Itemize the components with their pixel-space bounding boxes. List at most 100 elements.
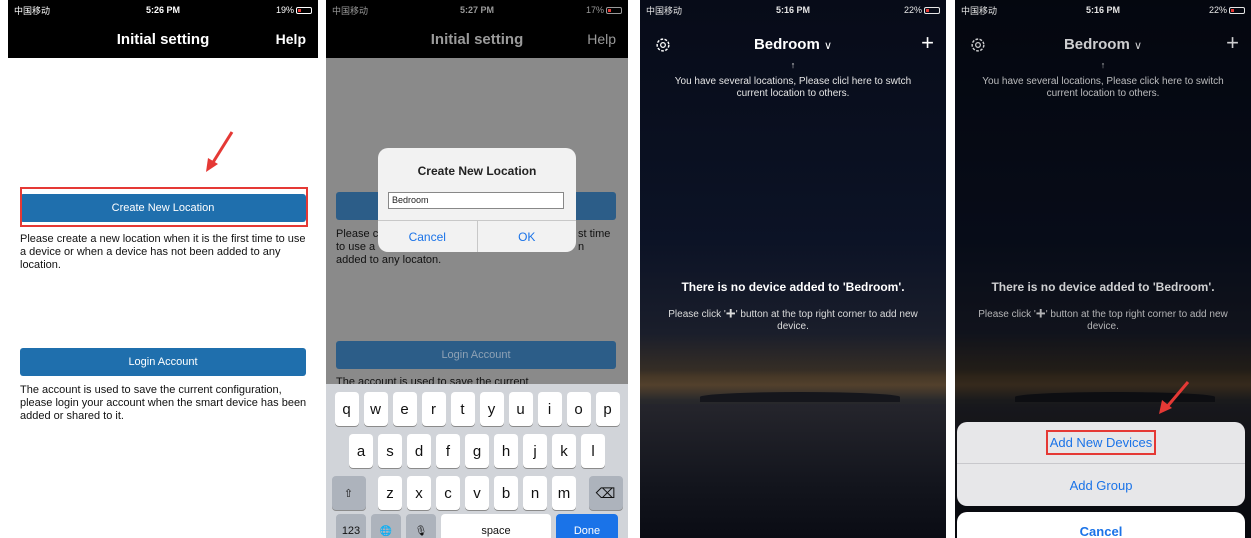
help-button[interactable]: Help bbox=[276, 31, 306, 47]
key-z[interactable]: z bbox=[378, 476, 402, 510]
battery-percent: 17% bbox=[586, 5, 605, 15]
chevron-down-icon: ∨ bbox=[1133, 40, 1143, 52]
globe-icon[interactable]: 🌐 bbox=[371, 514, 401, 538]
key-a[interactable]: a bbox=[349, 434, 373, 468]
key-x[interactable]: x bbox=[407, 476, 431, 510]
page-title: Initial setting bbox=[430, 30, 524, 48]
create-location-description-partial: st time n bbox=[578, 228, 622, 254]
carrier-label: 中国移动 bbox=[332, 5, 369, 16]
time-label: 5:16 PM bbox=[775, 5, 810, 15]
battery-icon bbox=[295, 7, 312, 15]
key-c[interactable]: c bbox=[436, 476, 460, 510]
time-label: 5:27 PM bbox=[460, 5, 495, 15]
sheet-cancel-button[interactable]: Cancel bbox=[957, 512, 1245, 538]
location-name: Bedroom bbox=[1063, 36, 1130, 53]
lake-water bbox=[640, 404, 946, 538]
phone-home-empty: 中国移动 5:16 PM 22% Bedroom ∨ + ↑ You have … bbox=[640, 0, 946, 538]
dialog-cancel-button[interactable]: Cancel bbox=[378, 221, 478, 252]
highlight-box bbox=[20, 187, 308, 227]
add-icon[interactable]: + bbox=[921, 30, 934, 56]
nav-bar: Initial setting Help bbox=[326, 20, 628, 58]
instruction-text: Please click ' bbox=[978, 309, 1036, 320]
location-name: Bedroom bbox=[753, 36, 820, 53]
key-v[interactable]: v bbox=[465, 476, 489, 510]
battery-label: 19% bbox=[213, 5, 312, 15]
key-r[interactable]: r bbox=[421, 392, 446, 426]
key-y[interactable]: y bbox=[479, 392, 504, 426]
distant-hill bbox=[700, 392, 900, 402]
battery-label: 22% bbox=[1150, 5, 1246, 15]
key-l[interactable]: l bbox=[581, 434, 605, 468]
instruction-text: Please click ' bbox=[668, 309, 726, 320]
key-f[interactable]: f bbox=[436, 434, 460, 468]
key-h[interactable]: h bbox=[494, 434, 518, 468]
location-switcher[interactable]: Bedroom ∨ bbox=[640, 36, 946, 53]
no-device-title: There is no device added to 'Bedroom'. bbox=[991, 280, 1215, 294]
battery-icon bbox=[606, 7, 623, 15]
key-n[interactable]: n bbox=[523, 476, 547, 510]
dialog-ok-button[interactable]: OK bbox=[478, 221, 577, 252]
add-icon[interactable]: + bbox=[1226, 30, 1239, 56]
nav-bar: Initial setting Help bbox=[8, 20, 318, 58]
phone-create-location-dialog: 中国移动 5:27 PM 17% Initial setting Help Pl… bbox=[326, 0, 628, 538]
create-location-description-partial: added to any locaton. bbox=[336, 254, 442, 266]
key-m[interactable]: m bbox=[552, 476, 576, 510]
switch-location-hint: You have several locations, Please clicl… bbox=[674, 76, 912, 99]
key-d[interactable]: d bbox=[407, 434, 431, 468]
space-key[interactable]: space bbox=[441, 514, 551, 538]
key-t[interactable]: t bbox=[450, 392, 475, 426]
carrier-label: 中国移动 bbox=[961, 5, 998, 16]
battery-label: 22% bbox=[842, 5, 940, 15]
plus-icon: + bbox=[725, 304, 736, 323]
key-e[interactable]: e bbox=[392, 392, 417, 426]
no-device-instruction: Please click '+' button at the top right… bbox=[969, 305, 1237, 333]
desc-fragment: st time bbox=[578, 228, 611, 240]
keyboard: q w e r t y u i o p a s d f g h j k l ⇧ … bbox=[326, 384, 628, 538]
done-key[interactable]: Done bbox=[556, 514, 618, 538]
desc-fragment: to use a bbox=[336, 241, 376, 253]
key-o[interactable]: o bbox=[566, 392, 591, 426]
status-bar: 中国移动 5:26 PM 19% bbox=[8, 0, 318, 20]
key-i[interactable]: i bbox=[537, 392, 562, 426]
battery-icon bbox=[1229, 7, 1246, 15]
key-s[interactable]: s bbox=[378, 434, 402, 468]
phone-home-action-sheet: 中国移动 5:16 PM 22% Bedroom ∨ + ↑ You have … bbox=[955, 0, 1251, 538]
login-account-button-dimmed: Login Account bbox=[336, 341, 616, 369]
red-arrow-icon bbox=[206, 131, 234, 172]
delete-key-icon[interactable]: ⌫ bbox=[588, 476, 623, 510]
dialog-title: Create New Location bbox=[417, 164, 537, 178]
key-k[interactable]: k bbox=[552, 434, 576, 468]
key-q[interactable]: q bbox=[334, 392, 359, 426]
red-arrow-icon bbox=[1159, 381, 1190, 414]
shift-key-icon[interactable]: ⇧ bbox=[331, 476, 366, 510]
key-u[interactable]: u bbox=[508, 392, 533, 426]
status-bar: 中国移动 5:16 PM 22% bbox=[640, 0, 946, 20]
phone-initial-setting: 中国移动 5:26 PM 19% Initial setting Help Cr… bbox=[8, 0, 318, 538]
login-account-description: The account is used to save the current … bbox=[20, 384, 307, 422]
arrow-up-icon: ↑ bbox=[1100, 60, 1106, 70]
microphone-icon[interactable]: 🎙 bbox=[406, 514, 436, 538]
create-location-dialog: Create New Location Bedroom Cancel OK bbox=[378, 148, 576, 252]
key-g[interactable]: g bbox=[465, 434, 489, 468]
chevron-down-icon: ∨ bbox=[823, 40, 833, 52]
login-account-button[interactable]: Login Account bbox=[20, 348, 306, 376]
create-location-description: Please create a new location when it is … bbox=[20, 233, 306, 271]
key-j[interactable]: j bbox=[523, 434, 547, 468]
page-title: Initial setting bbox=[116, 30, 210, 48]
status-bar: 中国移动 5:27 PM 17% bbox=[326, 0, 628, 20]
numbers-key[interactable]: 123 bbox=[336, 514, 366, 538]
no-device-title: There is no device added to 'Bedroom'. bbox=[681, 280, 905, 294]
location-name-input[interactable]: Bedroom bbox=[388, 192, 564, 209]
help-button: Help bbox=[587, 31, 616, 47]
keyboard-row-2: a s d f g h j k l bbox=[326, 434, 628, 468]
switch-location-hint: You have several locations, Please click… bbox=[982, 76, 1224, 99]
key-b[interactable]: b bbox=[494, 476, 518, 510]
battery-label: 17% bbox=[525, 5, 623, 15]
add-new-devices-option[interactable]: Add New Devices bbox=[957, 422, 1245, 464]
key-w[interactable]: w bbox=[363, 392, 388, 426]
keyboard-row-3: ⇧ z x c v b n m ⌫ bbox=[326, 476, 628, 510]
battery-percent: 22% bbox=[903, 5, 922, 15]
add-group-option[interactable]: Add Group bbox=[957, 464, 1245, 506]
key-p[interactable]: p bbox=[595, 392, 620, 426]
location-switcher[interactable]: Bedroom ∨ bbox=[955, 36, 1251, 53]
